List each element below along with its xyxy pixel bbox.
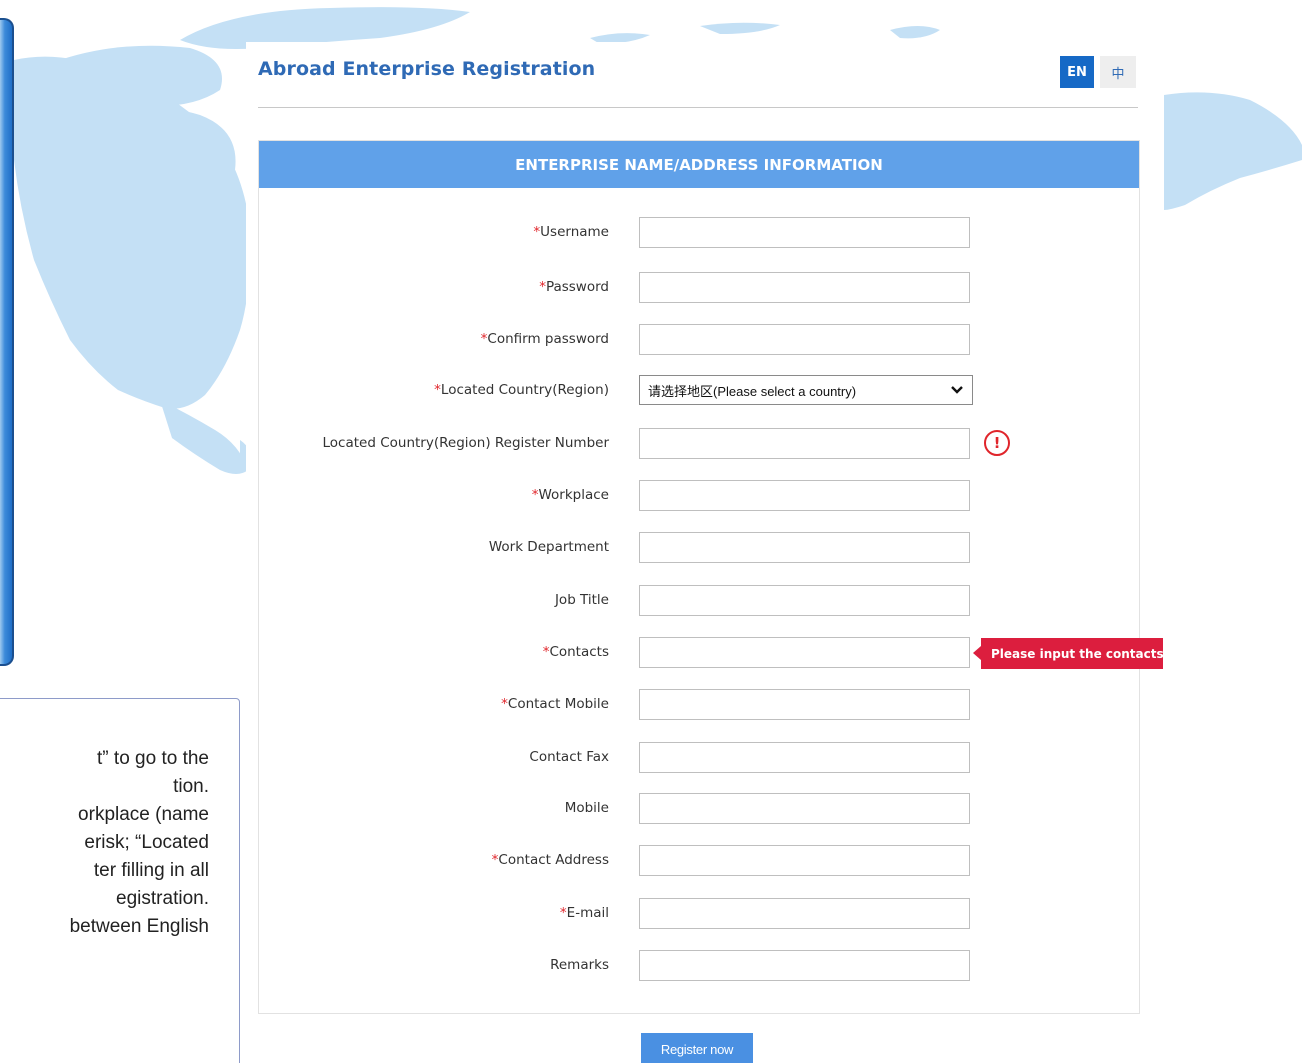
field-label-text: Contact Address <box>498 852 609 868</box>
form-row: *Contact Address <box>259 845 1139 877</box>
contact-mobile-input[interactable] <box>639 689 970 720</box>
form-row: Work Department <box>259 532 1139 564</box>
field-label: *Username <box>533 224 609 240</box>
field-label-text: Contacts <box>549 644 609 660</box>
workplace-input[interactable] <box>639 480 970 511</box>
field-label: *E-mail <box>560 905 609 921</box>
chevron-down-icon <box>951 386 963 394</box>
job-title-input[interactable] <box>639 585 970 616</box>
callout-line: orkplace (name <box>78 804 209 825</box>
field-label-text: Work Department <box>488 539 609 555</box>
callout-line: egistration. <box>116 888 209 909</box>
field-label: Located Country(Region) Register Number <box>323 435 609 451</box>
error-tooltip: Please input the contacts. <box>973 638 1168 669</box>
language-en-button[interactable]: EN <box>1060 56 1094 88</box>
field-label: *Confirm password <box>481 331 609 347</box>
confirm-password-input[interactable] <box>639 324 970 355</box>
mobile-input[interactable] <box>639 793 970 824</box>
field-label: *Password <box>539 279 609 295</box>
field-label: Contact Fax <box>529 749 609 765</box>
section-header: ENTERPRISE NAME/ADDRESS INFORMATION <box>259 141 1139 188</box>
field-label: *Contact Address <box>492 852 609 868</box>
panel-header: Abroad Enterprise Registration EN 中 <box>258 56 1138 108</box>
password-input[interactable] <box>639 272 970 303</box>
field-label: Work Department <box>489 539 609 555</box>
form-row: *E-mail <box>259 898 1139 930</box>
e-mail-input[interactable] <box>639 898 970 929</box>
field-label: Job Title <box>555 592 609 608</box>
form-row: *Confirm password <box>259 324 1139 356</box>
form-row: *Located Country(Region) 请选择地区(Please sel… <box>259 375 1139 407</box>
field-label-text: E-mail <box>566 905 609 921</box>
field-label: *Located Country(Region) <box>434 382 609 398</box>
form-row: Remarks <box>259 950 1139 982</box>
form-row: Mobile <box>259 793 1139 825</box>
field-label-text: Confirm password <box>487 331 609 347</box>
field-label-text: Workplace <box>538 487 609 503</box>
field-label-text: Password <box>545 279 609 295</box>
country-select[interactable]: 请选择地区(Please select a country) <box>639 375 973 405</box>
form-row: *Workplace <box>259 480 1139 512</box>
registration-form: ENTERPRISE NAME/ADDRESS INFORMATION *Use… <box>258 140 1168 1014</box>
instruction-callout: t” to go to the tion. orkplace (name eri… <box>0 698 240 1063</box>
contact-address-input[interactable] <box>639 845 970 876</box>
field-label-text: Located Country(Region) <box>440 382 609 398</box>
field-label-text: Job Title <box>554 592 609 608</box>
remarks-input[interactable] <box>639 950 970 981</box>
callout-text: t” to go to the tion. orkplace (name eri… <box>0 745 209 941</box>
field-label-text: Username <box>540 224 609 240</box>
field-label: *Contact Mobile <box>501 696 609 712</box>
form-row: *Username <box>259 217 1139 249</box>
callout-line: erisk; “Located <box>84 832 209 853</box>
required-asterisk: * <box>434 382 441 398</box>
phone-screen-edge <box>0 18 14 666</box>
work-department-input[interactable] <box>639 532 970 563</box>
field-label-text: Remarks <box>550 957 609 973</box>
field-label-text: Located Country(Region) Register Number <box>322 435 609 451</box>
form-row: Located Country(Region) Register Number! <box>259 428 1139 460</box>
callout-line: between English <box>69 916 209 937</box>
page-title: Abroad Enterprise Registration <box>258 58 596 80</box>
field-label: Mobile <box>565 800 609 816</box>
register-now-button[interactable]: Register now <box>641 1033 753 1063</box>
required-asterisk: * <box>539 279 546 295</box>
form-row: *Password <box>259 272 1139 304</box>
registration-panel: Abroad Enterprise Registration EN 中 ENTE… <box>246 42 1168 1063</box>
contact-fax-input[interactable] <box>639 742 970 773</box>
username-input[interactable] <box>639 217 970 248</box>
field-label-text: Contact Mobile <box>507 696 609 712</box>
callout-line: t” to go to the <box>97 748 209 769</box>
form-row: Contact Fax <box>259 742 1139 774</box>
form-row: *Contact Mobile <box>259 689 1139 721</box>
form-row: Job Title <box>259 585 1139 617</box>
language-zh-button[interactable]: 中 <box>1100 56 1136 88</box>
contacts-input[interactable] <box>639 637 970 668</box>
callout-line: tion. <box>173 776 209 797</box>
required-asterisk: * <box>501 696 508 712</box>
located-country-region-register-number-input[interactable] <box>639 428 970 459</box>
field-label: *Workplace <box>532 487 609 503</box>
required-asterisk: * <box>559 905 567 921</box>
warning-circle-icon: ! <box>984 430 1010 456</box>
field-label: *Contacts <box>543 644 609 660</box>
field-label: Remarks <box>550 957 609 973</box>
select-value: 请选择地区(Please select a country) <box>648 383 857 399</box>
field-label-text: Contact Fax <box>529 749 609 765</box>
form-row: *Contacts Please input the contacts. <box>259 637 1168 669</box>
field-label-text: Mobile <box>564 800 609 816</box>
callout-line: ter filling in all <box>93 860 209 881</box>
